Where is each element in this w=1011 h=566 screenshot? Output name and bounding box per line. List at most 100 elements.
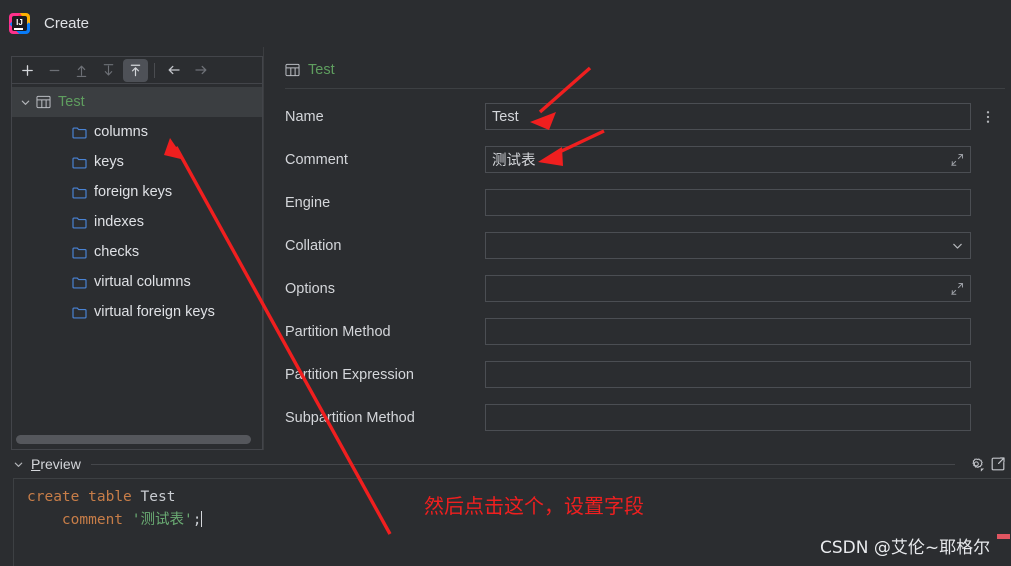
folder-icon — [70, 243, 88, 261]
main-content: Test columns keys foreign keys indexes check… — [0, 47, 1011, 450]
input-engine[interactable] — [485, 189, 971, 216]
field-wrap-comment: 测试表 — [485, 146, 1005, 173]
tree-node-label: checks — [94, 244, 140, 260]
chevron-down-icon[interactable] — [951, 239, 964, 252]
sql-keyword-create: create — [27, 489, 80, 505]
field-wrap-engine — [485, 189, 1005, 216]
back-button[interactable] — [161, 59, 186, 82]
form-row-engine: Engine — [285, 181, 1005, 224]
form-row-partition-expression: Partition Expression — [285, 353, 1005, 396]
tree-node-virtual-foreign-keys[interactable]: virtual foreign keys — [12, 297, 262, 327]
label-partition-expression: Partition Expression — [285, 366, 414, 383]
chevron-down-icon[interactable] — [17, 94, 34, 111]
label-partition-method: Partition Method — [285, 323, 391, 340]
input-options[interactable] — [485, 275, 971, 302]
sql-semicolon: ; — [192, 512, 202, 528]
sql-identifier-table-name: Test — [140, 489, 176, 505]
form-row-name: Name Test — [285, 95, 1005, 138]
input-collation[interactable] — [485, 232, 971, 259]
preview-header-rule — [90, 463, 955, 465]
preview-title-rest: review — [40, 456, 81, 472]
label-subpartition-method: Subpartition Method — [285, 409, 415, 426]
input-value-comment: 测试表 — [492, 153, 536, 169]
tree-node-virtual-columns[interactable]: virtual columns — [12, 267, 262, 297]
table-icon — [285, 63, 300, 77]
open-external-icon[interactable] — [987, 453, 1009, 475]
folder-icon — [70, 273, 88, 291]
form-row-partition-method: Partition Method — [285, 310, 1005, 353]
tree-node-columns[interactable]: columns — [12, 117, 262, 147]
input-value-name: Test — [492, 108, 519, 125]
folder-icon — [70, 153, 88, 171]
tree-node-indexes[interactable]: indexes — [12, 207, 262, 237]
property-form: Name Test Comment 测试表 Engine Collation Options… — [275, 89, 1011, 439]
form-row-comment: Comment 测试表 — [285, 138, 1005, 181]
preview-header[interactable]: Preview — [0, 450, 1011, 478]
text-caret — [201, 511, 203, 527]
watermark: CSDN @艾伦~耶格尔 — [820, 538, 991, 558]
field-wrap-options — [485, 275, 1005, 302]
tree-node-label: virtual columns — [94, 274, 191, 290]
preview-title-mnemonic: P — [31, 456, 41, 472]
editor-left-border — [13, 479, 14, 566]
annotation-note: 然后点击这个，设置字段 — [424, 494, 644, 518]
input-comment[interactable]: 测试表 — [485, 146, 971, 173]
folder-icon — [70, 183, 88, 201]
page-title: Create — [44, 15, 90, 32]
window-title-bar: IJ Create — [0, 0, 1011, 47]
object-tree[interactable]: Test columns keys foreign keys indexes check… — [11, 83, 263, 450]
move-up-button[interactable] — [69, 59, 94, 82]
field-wrap-subpartition-method — [485, 404, 1005, 431]
sql-keyword-table: table — [88, 489, 132, 505]
move-down-button[interactable] — [96, 59, 121, 82]
tree-node-label: keys — [94, 154, 124, 170]
field-wrap-partition-expression — [485, 361, 1005, 388]
field-wrap-name: Test — [485, 103, 1005, 130]
tree-node-label: foreign keys — [94, 184, 173, 200]
label-collation: Collation — [285, 237, 342, 254]
label-engine: Engine — [285, 194, 331, 211]
sql-keyword-comment: comment — [61, 512, 124, 528]
label-options: Options — [285, 280, 335, 297]
table-icon — [34, 93, 52, 111]
entity-title: Test — [308, 61, 335, 78]
jump-to-top-button[interactable] — [123, 58, 148, 82]
form-row-collation: Collation — [285, 224, 1005, 267]
tree-children: columns keys foreign keys indexes checks virt… — [12, 117, 262, 327]
tree-node-foreign-keys[interactable]: foreign keys — [12, 177, 262, 207]
chevron-down-icon[interactable] — [13, 459, 24, 470]
panel-divider[interactable] — [263, 47, 271, 450]
more-vertical-icon[interactable] — [971, 109, 1005, 125]
input-partition-expression[interactable] — [485, 361, 971, 388]
tree-horizontal-scrollbar[interactable] — [16, 435, 251, 444]
tree-node-label: indexes — [94, 214, 144, 230]
field-wrap-collation — [485, 232, 1005, 259]
tree-node-checks[interactable]: checks — [12, 237, 262, 267]
preview-title: Preview — [31, 456, 81, 472]
expand-diagonal-icon[interactable] — [950, 153, 964, 167]
field-wrap-partition-method — [485, 318, 1005, 345]
error-stripe-marker[interactable] — [997, 534, 1010, 539]
form-row-options: Options — [285, 267, 1005, 310]
label-comment: Comment — [285, 151, 348, 168]
label-name: Name — [285, 108, 324, 125]
input-partition-method[interactable] — [485, 318, 971, 345]
tree-node-label: columns — [94, 124, 148, 140]
intellij-idea-icon: IJ — [9, 13, 30, 34]
properties-panel: Test Name Test Comment 测试表 Engine Collation Op… — [271, 47, 1011, 450]
folder-icon — [70, 213, 88, 231]
add-button[interactable] — [15, 59, 40, 82]
entity-header: Test — [275, 56, 1011, 83]
toolbar-separator — [154, 62, 155, 78]
tree-node-keys[interactable]: keys — [12, 147, 262, 177]
gear-dropdown-icon[interactable] — [965, 453, 987, 475]
expand-diagonal-icon[interactable] — [950, 282, 964, 296]
input-subpartition-method[interactable] — [485, 404, 971, 431]
tree-node-root[interactable]: Test — [12, 87, 262, 117]
input-name[interactable]: Test — [485, 103, 971, 130]
folder-icon — [70, 123, 88, 141]
forward-button[interactable] — [188, 59, 213, 82]
tree-node-label: virtual foreign keys — [94, 304, 215, 320]
folder-icon — [70, 303, 88, 321]
remove-button[interactable] — [42, 59, 67, 82]
